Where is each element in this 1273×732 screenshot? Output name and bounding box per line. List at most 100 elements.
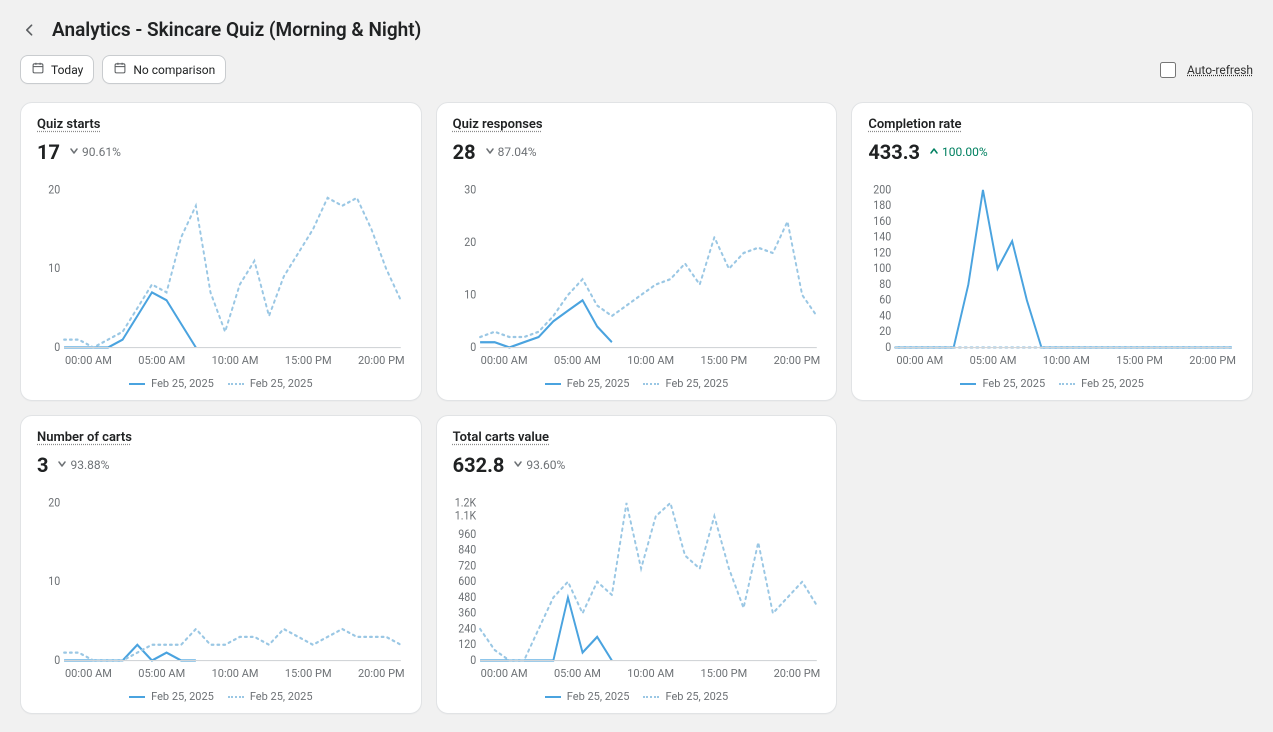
svg-text:960: 960 [458,526,476,541]
x-axis: 00:00 AM05:00 AM10:00 AM15:00 PM20:00 PM [37,667,405,680]
metric-title: Completion rate [868,117,1236,132]
x-axis-tick: 10:00 AM [212,354,259,367]
svg-text:160: 160 [874,213,892,228]
legend-current: Feb 25, 2025 [960,377,1045,390]
svg-text:20: 20 [464,234,476,249]
metric-value: 28 [453,140,476,164]
legend-current: Feb 25, 2025 [129,690,214,703]
card-total-carts-value: Total carts value 632.8 93.60% 012024036… [436,415,838,714]
x-axis-tick: 15:00 PM [285,667,332,680]
svg-text:0: 0 [886,339,892,352]
svg-text:20: 20 [48,182,60,197]
metric-delta: 93.60% [512,458,565,473]
x-axis-tick: 15:00 PM [701,354,748,367]
delta-value: 93.60% [526,458,565,472]
back-button[interactable] [20,20,40,40]
svg-text:1.2K: 1.2K [454,495,476,510]
chart: 020406080100120140160180200 00:00 AM05:0… [868,172,1236,390]
x-axis-tick: 20:00 PM [774,667,821,680]
svg-text:240: 240 [458,621,476,636]
svg-text:60: 60 [880,292,892,307]
legend-current: Feb 25, 2025 [545,690,630,703]
date-filter[interactable]: Today [20,55,94,84]
metric-delta: 100.00% [928,145,988,160]
legend: Feb 25, 2025 Feb 25, 2025 [37,690,405,703]
svg-text:0: 0 [470,652,476,665]
arrow-down-icon [68,145,80,160]
x-axis-tick: 05:00 AM [138,354,185,367]
card-quiz-starts: Quiz starts 17 90.61% 01020 00:00 AM05:0… [20,102,422,401]
x-axis: 00:00 AM05:00 AM10:00 AM15:00 PM20:00 PM [453,354,821,367]
x-axis-tick: 20:00 PM [774,354,821,367]
arrow-down-icon [512,458,524,473]
chart: 01202403604806007208409601.1K1.2K 00:00 … [453,485,821,703]
x-axis-tick: 20:00 PM [358,354,405,367]
x-axis-tick: 20:00 PM [1189,354,1236,367]
legend-comparison: Feb 25, 2025 [228,377,313,390]
legend: Feb 25, 2025 Feb 25, 2025 [37,377,405,390]
svg-text:360: 360 [458,605,476,620]
svg-text:840: 840 [458,542,476,557]
calendar-icon [31,61,45,78]
x-axis-tick: 00:00 AM [481,667,528,680]
metric-delta: 90.61% [68,145,121,160]
legend-current: Feb 25, 2025 [545,377,630,390]
svg-text:0: 0 [470,339,476,352]
metric-value: 632.8 [453,453,505,477]
metric-value: 433.3 [868,140,920,164]
chart: 01020 00:00 AM05:00 AM10:00 AM15:00 PM20… [37,172,405,390]
x-axis-tick: 10:00 AM [627,354,674,367]
metric-delta: 93.88% [56,458,109,473]
svg-text:80: 80 [880,276,892,291]
legend-comparison: Feb 25, 2025 [228,690,313,703]
svg-text:600: 600 [458,573,476,588]
svg-text:10: 10 [464,287,476,302]
chart: 01020 00:00 AM05:00 AM10:00 AM15:00 PM20… [37,485,405,703]
auto-refresh-control: Auto-refresh [1156,59,1253,81]
legend-comparison: Feb 25, 2025 [643,377,728,390]
x-axis-tick: 10:00 AM [627,667,674,680]
x-axis: 00:00 AM05:00 AM10:00 AM15:00 PM20:00 PM [37,354,405,367]
legend-comparison: Feb 25, 2025 [643,690,728,703]
x-axis-tick: 00:00 AM [65,667,112,680]
svg-text:0: 0 [54,339,60,352]
legend-current: Feb 25, 2025 [129,377,214,390]
legend-comparison: Feb 25, 2025 [1059,377,1144,390]
arrow-down-icon [56,458,68,473]
chart: 0102030 00:00 AM05:00 AM10:00 AM15:00 PM… [453,172,821,390]
svg-text:140: 140 [874,229,892,244]
calendar-icon [113,61,127,78]
x-axis: 00:00 AM05:00 AM10:00 AM15:00 PM20:00 PM [868,354,1236,367]
svg-text:720: 720 [458,558,476,573]
svg-text:100: 100 [874,260,892,275]
svg-text:20: 20 [880,323,892,338]
legend: Feb 25, 2025 Feb 25, 2025 [453,690,821,703]
metric-value: 17 [37,140,60,164]
date-filter-label: Today [51,63,83,77]
metric-title: Quiz starts [37,117,405,132]
comparison-filter-label: No comparison [133,63,215,77]
x-axis-tick: 05:00 AM [554,667,601,680]
svg-text:480: 480 [458,589,476,604]
svg-text:0: 0 [54,652,60,665]
metric-value: 3 [37,453,48,477]
x-axis-tick: 10:00 AM [1043,354,1090,367]
svg-text:10: 10 [48,573,60,588]
x-axis-tick: 00:00 AM [481,354,528,367]
svg-text:30: 30 [464,182,476,197]
card-completion-rate: Completion rate 433.3 100.00% 0204060801… [851,102,1253,401]
legend: Feb 25, 2025 Feb 25, 2025 [453,377,821,390]
x-axis-tick: 05:00 AM [970,354,1017,367]
comparison-filter[interactable]: No comparison [102,55,226,84]
metric-title: Number of carts [37,430,405,445]
x-axis: 00:00 AM05:00 AM10:00 AM15:00 PM20:00 PM [453,667,821,680]
x-axis-tick: 10:00 AM [212,667,259,680]
svg-text:20: 20 [48,495,60,510]
legend: Feb 25, 2025 Feb 25, 2025 [868,377,1236,390]
metric-delta: 87.04% [484,145,537,160]
delta-value: 93.88% [70,458,109,472]
auto-refresh-checkbox[interactable] [1160,62,1176,78]
x-axis-tick: 15:00 PM [1116,354,1163,367]
svg-text:180: 180 [874,197,892,212]
card-quiz-responses: Quiz responses 28 87.04% 0102030 00:00 A… [436,102,838,401]
